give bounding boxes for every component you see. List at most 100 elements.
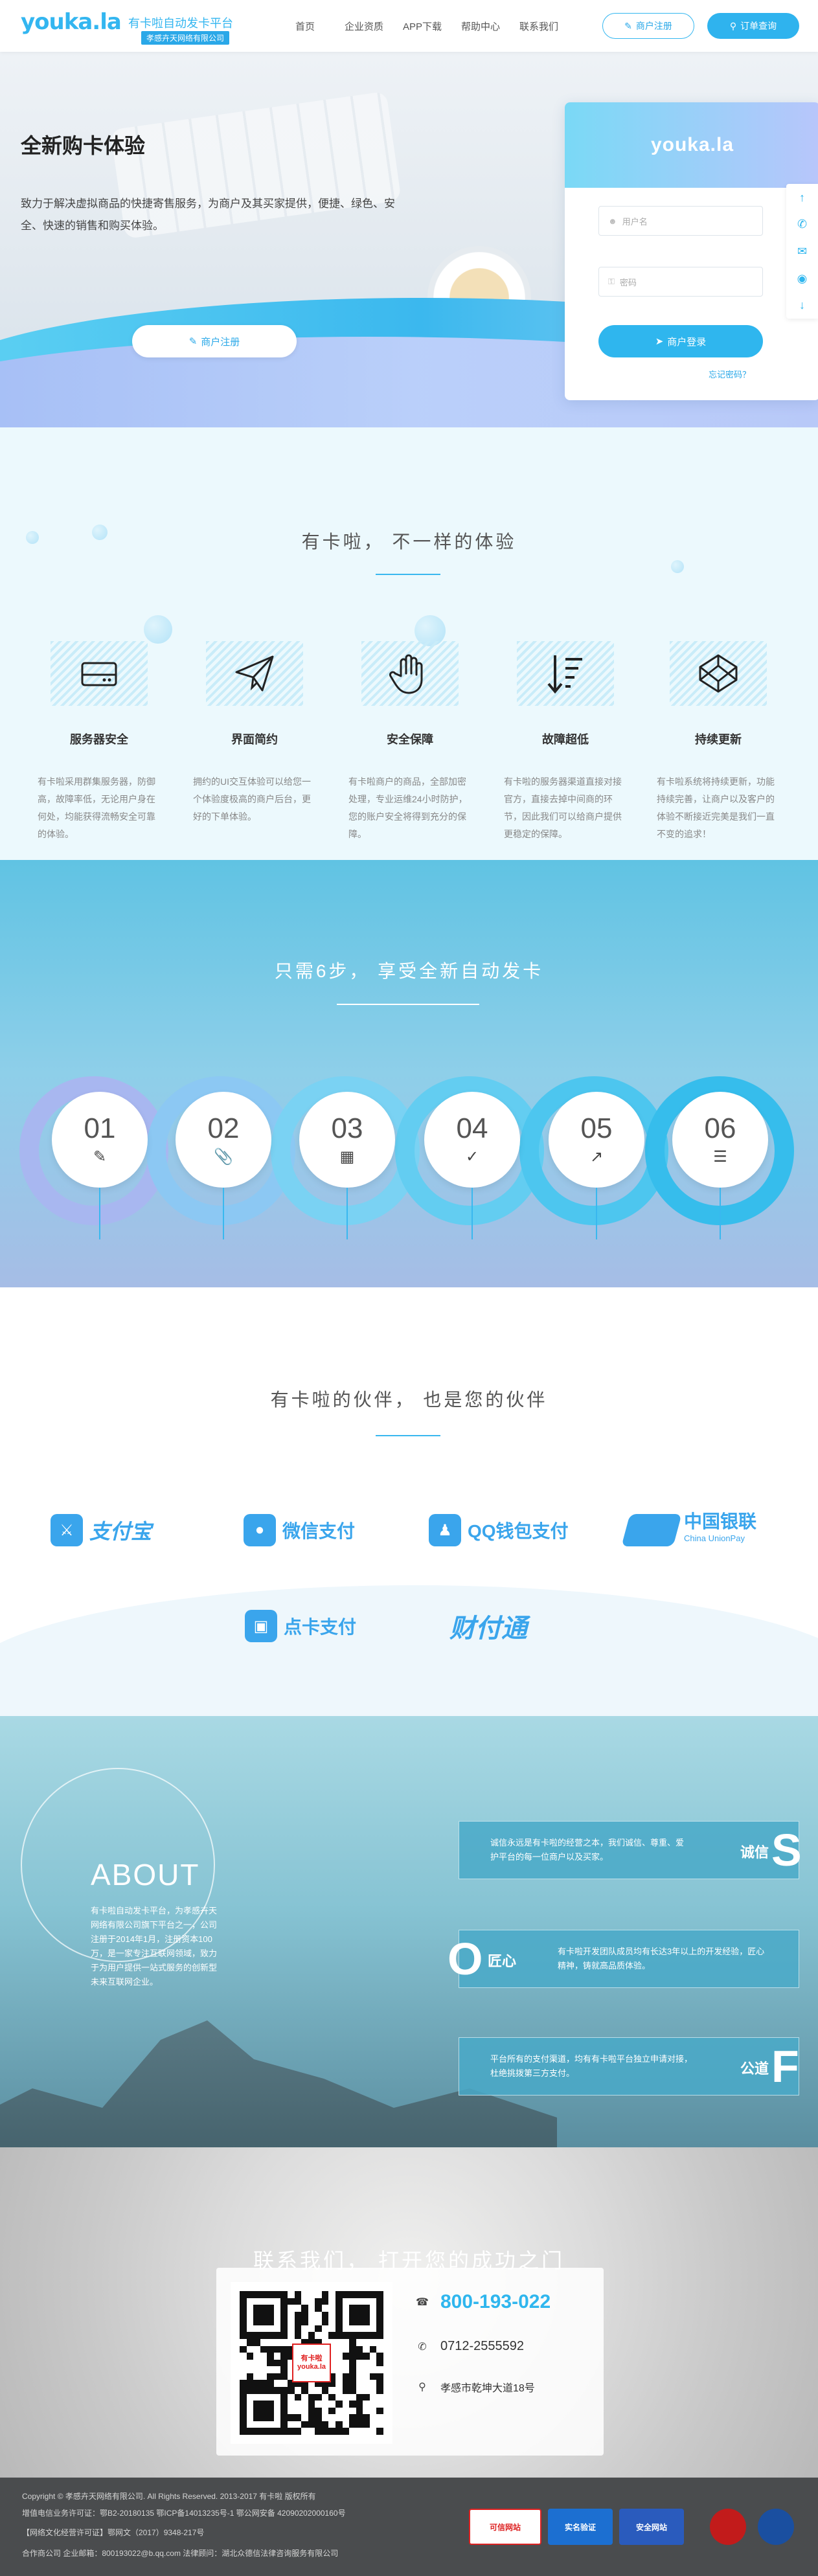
partner-unionpay: 中国银联 China UnionPay (621, 1508, 756, 1553)
server-icon (51, 641, 148, 706)
merchant-login-button[interactable]: ➤ 商户登录 (598, 325, 763, 357)
username-input[interactable]: ☻ 用户名 (598, 206, 763, 236)
forgot-password-link[interactable]: 忘记密码？ (709, 368, 751, 380)
value-letter: S (771, 1825, 802, 1875)
merchant-login-label: 商户登录 (667, 336, 707, 348)
merchant-register-button[interactable]: ✎ 商户注册 (602, 13, 694, 39)
unionpay-text: 中国银联 China UnionPay (684, 1513, 756, 1547)
partner-wechat-pay: ● 微信支付 (244, 1508, 355, 1553)
value-name: 公道 (740, 2061, 769, 2077)
value-card-integrity: 诚信永远是有卡啦的经营之本，我们诚信、尊重、爱护平台的每一位商户以及买家。 诚信… (459, 1821, 802, 1879)
feature-item: 故障超低 有卡啦的服务器渠道直接对接官方，直接去掉中间商的环节，因此我们可以给商… (497, 641, 633, 843)
police-badge-icon[interactable] (710, 2509, 746, 2545)
decor-bubble (671, 560, 684, 573)
phone-icon: ✆ (418, 2341, 427, 2353)
nav-contact[interactable]: 联系我们 (519, 19, 578, 33)
step-4: 04 ✓ (424, 1092, 520, 1188)
features-section: 有卡啦， 不一样的体验 服务器安全 有卡啦采用群集服务器，防御高，故障率低，无论… (0, 427, 818, 860)
step-3: 03 ▦ (299, 1092, 395, 1188)
arrow-down-icon[interactable]: ↓ (795, 298, 810, 312)
password-input[interactable]: ⚿ 密码 (598, 267, 763, 297)
contact-address-row: ⚲ 孝感市乾坤大道18号 (416, 2379, 535, 2395)
title-underline (376, 1435, 440, 1436)
unionpay-icon (621, 1514, 682, 1546)
qr-logo: 有卡啦 youka.la (292, 2344, 331, 2382)
phone-icon[interactable]: ✆ (795, 217, 810, 231)
safe-site-badge[interactable]: 安全网站 (619, 2509, 684, 2545)
contact-phone[interactable]: 800-193-022 (440, 2291, 551, 2313)
feature-desc: 有卡啦采用群集服务器，防御高，故障率低，无论用户身在何处，均能获得流畅安全可靠的… (38, 776, 155, 839)
partner-name: 点卡支付 (284, 1617, 357, 1637)
value-letter: F (771, 2041, 799, 2092)
partner-qq-wallet: ♟ QQ钱包支付 (429, 1508, 569, 1553)
nav-app-download[interactable]: APP下载 (403, 19, 468, 33)
partner-alipay: ⚔ 支付宝 (51, 1508, 152, 1553)
value-card-fairness: 平台所有的支付渠道，均有有卡啦平台独立申请对接，杜绝挑拨第三方支付。 公道 F (459, 2037, 799, 2096)
site-footer: Copyright © 孝感卉天网络有限公司. All Rights Reser… (0, 2478, 818, 2576)
nav-home[interactable]: 首页 (295, 19, 334, 33)
partner-name: 微信支付 (282, 1521, 356, 1541)
login-brand: youka.la (565, 102, 818, 188)
logo[interactable]: youka.la (21, 9, 122, 35)
step-stem (99, 1188, 100, 1239)
nav-help-center[interactable]: 帮助中心 (461, 19, 519, 33)
feature-name: 安全保障 (387, 733, 433, 746)
value-name: 匠心 (488, 1953, 517, 1969)
feature-name: 界面简约 (231, 733, 278, 746)
order-query-label: 订单查询 (740, 21, 777, 31)
value-letter: O (448, 1934, 483, 1984)
contact-tel[interactable]: 0712-2555592 (440, 2339, 524, 2354)
step-number: 03 (331, 1112, 363, 1144)
cloud-background (0, 1585, 818, 1716)
hero-description: 致力于解决虚拟商品的快捷寄售服务，为商户及其买家提供，便捷、绿色、安全、快速的销… (21, 198, 395, 232)
step-5: 05 ↗ (549, 1092, 644, 1188)
about-text: 有卡啦自动发卡平台，为孝感卉天网络有限公司旗下平台之一，公司注册于2014年1月… (91, 1906, 218, 1987)
password-placeholder: 密码 (619, 277, 637, 288)
user-icon: ✎ (624, 20, 632, 31)
merchant-login-panel: youka.la ☻ 用户名 ⚿ 密码 ➤ 商户登录 忘记密码？ (565, 102, 818, 400)
step-6: 06 ☰ (672, 1092, 768, 1188)
steps-title: 只需6步， 享受全新自动发卡 (274, 961, 544, 981)
paper-plane-icon (206, 641, 303, 706)
headset-icon: ☎ (416, 2297, 429, 2308)
codepen-icon (670, 641, 767, 706)
contact-phone-row: ☎ 800-193-022 (416, 2291, 551, 2313)
login-icon: ➤ (655, 336, 664, 347)
feature-name: 服务器安全 (70, 733, 128, 746)
value-text: 有卡啦开发团队成员均有长达3年以上的开发经验，匠心精神，铸就高品质体验。 (558, 1947, 765, 1971)
feature-desc: 有卡啦的服务器渠道直接对接官方，直接去掉中间商的环节，因此我们可以给商户提供更稳… (504, 776, 622, 839)
contact-box: 有卡啦 youka.la ☎ 800-193-022 ✆ 0712-255559… (216, 2268, 604, 2456)
nav-qualification[interactable]: 企业资质 (345, 19, 403, 33)
real-name-badge[interactable]: 实名验证 (548, 2509, 613, 2545)
feature-desc: 拥约的UI交互体验可以给您一个体验度极高的商户后台，更好的下单体验。 (193, 776, 311, 822)
steps-section: 只需6步， 享受全新自动发卡 01 ✎ 02 📎 03 ▦ 04 ✓ 05 ↗ … (0, 860, 818, 1287)
step-number: 02 (207, 1112, 240, 1144)
culture-badge-icon[interactable] (758, 2509, 794, 2545)
hero-register-button[interactable]: ✎ 商户注册 (132, 325, 297, 357)
feature-item: 界面简约 拥约的UI交互体验可以给您一个体验度极高的商户后台，更好的下单体验。 (187, 641, 323, 826)
calendar-icon: ▦ (339, 1147, 355, 1166)
feature-desc: 有卡啦商户的商品，全部加密处理，专业运维24小时防护，您的账户安全将得到充分的保… (348, 776, 468, 839)
about-section: ABOUT 有卡啦自动发卡平台，为孝感卉天网络有限公司旗下平台之一，公司注册于2… (0, 1716, 818, 2147)
sliders-icon: ☰ (713, 1147, 727, 1166)
contact-tel-row: ✆ 0712-2555592 (416, 2339, 524, 2354)
trusted-site-badge[interactable]: 可信网站 (469, 2509, 541, 2545)
step-stem (471, 1188, 473, 1239)
feature-item: 持续更新 有卡啦系统将持续更新，功能持续完善，让商户以及客户的体验不断接近完美是… (650, 641, 786, 843)
card-pay-icon: ▣ (245, 1610, 277, 1642)
step-stem (347, 1188, 348, 1239)
wechat-pay-icon: ● (244, 1514, 276, 1546)
order-query-button[interactable]: ⚲ 订单查询 (707, 13, 799, 39)
feature-name: 持续更新 (695, 733, 742, 746)
qr-code: 有卡啦 youka.la (231, 2282, 392, 2444)
arrow-up-icon[interactable]: ↑ (795, 190, 810, 205)
feature-item: 安全保障 有卡啦商户的商品，全部加密处理，专业运维24小时防护，您的账户安全将得… (342, 641, 478, 843)
sort-down-icon (517, 641, 614, 706)
chat-icon[interactable]: ✉ (795, 244, 810, 258)
qq-icon[interactable]: ◉ (795, 271, 810, 286)
title-underline (337, 1004, 479, 1005)
decor-bubble (144, 615, 172, 644)
merchant-register-label: 商户注册 (635, 21, 672, 31)
hand-icon (361, 641, 459, 706)
contact-address: 孝感市乾坤大道18号 (440, 2383, 535, 2394)
